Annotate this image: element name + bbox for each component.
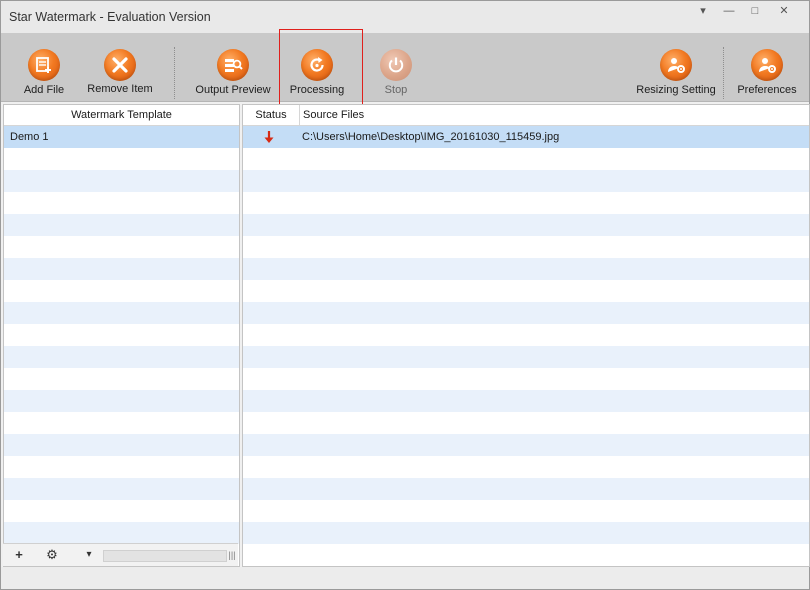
output-preview-label: Output Preview [195,84,271,96]
preferences-icon [751,49,783,81]
list-item [4,412,239,434]
list-item [4,434,239,456]
settings-gear-icon[interactable]: ⚙ [41,544,63,566]
list-item [4,346,239,368]
processing-label: Processing [289,84,345,96]
list-item [4,236,239,258]
table-row [243,214,809,236]
template-name: Demo 1 [10,131,49,143]
table-row [243,478,809,500]
processing-button[interactable]: Processing [283,33,351,101]
app-window: Star Watermark - Evaluation Version ▾ — … [0,0,810,590]
stop-icon [380,49,412,81]
files-panel: Status Source Files C:\Users\Home\Deskto… [242,104,810,567]
table-row [243,500,809,522]
table-row [243,236,809,258]
list-item [4,324,239,346]
column-divider [299,105,300,125]
maximize-button[interactable]: □ [742,1,768,25]
processing-icon [301,49,333,81]
window-dropdown-icon[interactable]: ▾ [690,1,716,25]
list-item [4,478,239,500]
close-button[interactable]: ✕ [771,1,797,25]
table-row [243,192,809,214]
output-preview-button[interactable]: Output Preview [192,33,274,101]
window-title: Star Watermark - Evaluation Version [9,10,211,24]
add-file-button[interactable]: Add File [13,33,75,101]
table-row [243,346,809,368]
list-item [4,280,239,302]
resizing-setting-button[interactable]: Resizing Setting [633,33,719,101]
minimize-button[interactable]: — [716,1,742,25]
toolbar-separator [723,47,724,99]
table-row [243,456,809,478]
table-row [243,434,809,456]
resizing-setting-icon [660,49,692,81]
table-row [243,390,809,412]
source-file-path: C:\Users\Home\Desktop\IMG_20161030_11545… [302,131,560,143]
table-row [243,324,809,346]
toolbar: Add File Remove Item Output Preview Proc… [1,33,809,102]
list-item [4,456,239,478]
table-row [243,544,809,566]
list-item [4,302,239,324]
list-item [4,390,239,412]
status-column-header[interactable]: Status [243,105,299,125]
list-item [4,368,239,390]
stop-button[interactable]: Stop [367,33,425,101]
resizing-setting-label: Resizing Setting [636,84,716,96]
toolbar-separator [174,47,175,99]
table-row [243,302,809,324]
resize-grip-icon[interactable]: ||| [225,544,239,566]
list-item[interactable]: Demo 1 [4,126,239,148]
files-header: Status Source Files [243,105,809,126]
add-template-button[interactable]: + [9,544,29,566]
list-item [4,522,239,544]
remove-item-button[interactable]: Remove Item [81,33,159,101]
list-item [4,214,239,236]
template-scrollbar[interactable] [103,550,227,562]
list-item [4,258,239,280]
table-row[interactable]: C:\Users\Home\Desktop\IMG_20161030_11545… [243,126,809,148]
list-item [4,500,239,522]
template-header: Watermark Template [4,105,239,126]
table-row [243,148,809,170]
table-row [243,170,809,192]
remove-item-label: Remove Item [87,83,153,95]
preferences-button[interactable]: Preferences [731,33,803,101]
add-file-label: Add File [23,84,65,96]
list-item [4,148,239,170]
remove-icon [104,49,136,81]
template-panel: Watermark Template Demo 1 [3,104,240,567]
table-row [243,522,809,544]
settings-dropdown-icon[interactable]: ▾ [79,544,99,566]
table-row [243,280,809,302]
add-file-icon [28,49,60,81]
template-column-header[interactable]: Watermark Template [4,105,239,125]
files-table: C:\Users\Home\Desktop\IMG_20161030_11545… [243,126,809,566]
list-item [4,170,239,192]
template-list: Demo 1 [4,126,239,544]
stop-label: Stop [384,84,408,96]
table-row [243,412,809,434]
status-bar [1,567,809,589]
template-bottom-bar: + ⚙ ▾ ||| [3,543,238,566]
output-preview-icon [217,49,249,81]
preferences-label: Preferences [737,84,797,96]
list-item [4,192,239,214]
source-column-header[interactable]: Source Files [303,105,364,125]
table-row [243,368,809,390]
table-row [243,258,809,280]
title-bar: Star Watermark - Evaluation Version ▾ — … [1,1,809,33]
